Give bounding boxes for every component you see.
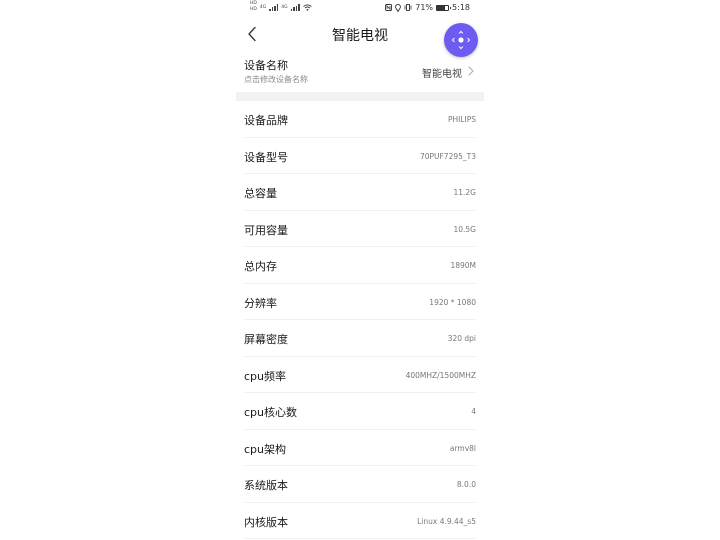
info-label: 设备品牌 — [244, 114, 288, 127]
status-bar: HD HD 4G 4G 71% 5:18 — [236, 0, 484, 17]
clock: 5:18 — [452, 3, 470, 12]
info-value: 70PUF7295_T3 — [419, 151, 476, 161]
signal-2-icon — [290, 3, 300, 11]
info-label: cpu核心数 — [244, 406, 298, 419]
info-label: 系统版本 — [244, 479, 288, 492]
info-row-cpu-cores: cpu核心数 4 — [244, 393, 476, 430]
device-name-row[interactable]: 设备名称 点击修改设备名称 智能电视 — [236, 51, 484, 91]
chevron-right-icon — [468, 66, 474, 76]
device-name-hint: 点击修改设备名称 — [244, 75, 308, 84]
nfc-icon — [385, 4, 393, 11]
info-row-model: 设备型号 70PUF7295_T3 — [244, 138, 476, 174]
net2-label: 4G — [281, 4, 288, 10]
wifi-icon — [302, 3, 312, 11]
vibrate-icon — [404, 4, 412, 11]
info-row-available-storage: 可用容量 10.5G — [244, 211, 476, 247]
info-value: Linux 4.9.44_s5 — [417, 516, 476, 526]
info-label: cpu频率 — [244, 369, 287, 383]
signal-1-icon — [269, 3, 279, 11]
phone-screen: HD HD 4G 4G 71% 5:18 智能电视 设备名称 点击修改设备名称 … — [236, 0, 484, 540]
info-label: cpu架构 — [244, 442, 287, 456]
info-label: 设备型号 — [244, 150, 288, 164]
info-row-total-storage: 总容量 11.2G — [244, 174, 476, 211]
info-value: 8.0.0 — [456, 480, 476, 489]
status-right: 71% 5:18 — [385, 3, 470, 12]
info-row-kernel-version: 内核版本 Linux 4.9.44_s5 — [244, 503, 476, 539]
info-label: 分辨率 — [244, 296, 277, 310]
info-value: 1920 * 1080 — [429, 297, 476, 307]
info-row-brand: 设备品牌 PHILIPS — [244, 101, 476, 138]
info-value: PHILIPS — [447, 115, 476, 124]
info-value: 1890M — [450, 261, 476, 270]
info-row-density: 屏幕密度 320 dpi — [244, 320, 476, 357]
info-label: 总内存 — [244, 260, 277, 273]
device-name-value: 智能电视 — [422, 69, 462, 80]
info-row-os-version: 系统版本 8.0.0 — [244, 466, 476, 503]
info-value: 400MHZ/1500MHZ — [405, 370, 476, 380]
info-value: 320 dpi — [447, 334, 476, 343]
info-row-cpu-frequency: cpu频率 400MHZ/1500MHZ — [244, 357, 476, 393]
info-row-total-memory: 总内存 1890M — [244, 247, 476, 284]
info-value: 4 — [471, 407, 476, 416]
sim-labels: HD HD — [250, 1, 257, 13]
device-name-label: 设备名称 — [244, 59, 288, 72]
net1-label: 4G — [259, 4, 267, 10]
status-left: HD HD 4G 4G — [250, 1, 312, 13]
device-info-list: 设备品牌 PHILIPS 设备型号 70PUF7295_T3 总容量 11.2G… — [236, 101, 484, 539]
location-icon — [395, 3, 402, 12]
info-label: 可用容量 — [244, 223, 288, 237]
info-value: 10.5G — [453, 224, 476, 234]
info-value: 11.2G — [453, 188, 476, 197]
info-value: armv8l — [449, 443, 476, 453]
info-label: 内核版本 — [244, 515, 288, 529]
battery-percent: 71% — [415, 3, 434, 12]
info-row-cpu-arch: cpu架构 armv8l — [244, 430, 476, 466]
sim2-label: HD — [250, 7, 257, 12]
battery-icon — [436, 4, 452, 11]
info-row-resolution: 分辨率 1920 * 1080 — [244, 284, 476, 320]
info-label: 屏幕密度 — [244, 333, 288, 346]
info-label: 总容量 — [244, 187, 277, 200]
section-divider — [236, 92, 484, 101]
